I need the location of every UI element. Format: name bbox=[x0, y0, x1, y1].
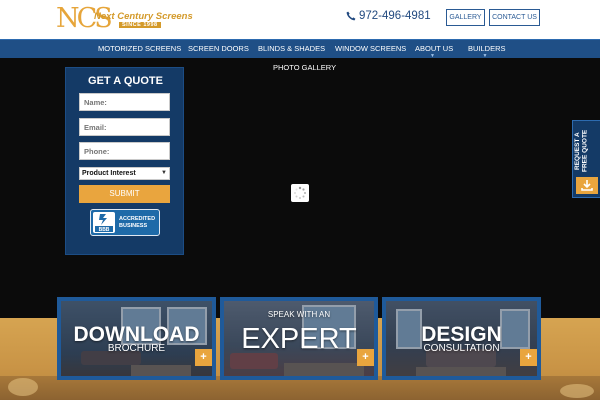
card-subtitle: BROCHURE bbox=[107, 343, 166, 354]
product-interest-select[interactable]: Product Interest ▼ bbox=[79, 167, 170, 180]
email-input[interactable] bbox=[79, 118, 170, 136]
quote-form: GET A QUOTE Product Interest ▼ SUBMIT BB… bbox=[65, 67, 184, 255]
nav-item-screen-doors[interactable]: SCREEN DOORS bbox=[188, 40, 249, 58]
request-quote-label: REQUEST A FREE QUOTE bbox=[574, 129, 589, 173]
nav-item-window-screens[interactable]: WINDOW SCREENS bbox=[335, 40, 406, 58]
card-subtitle: CONSULTATION bbox=[423, 343, 500, 354]
nav-item-photo-gallery[interactable]: PHOTO GALLERY bbox=[273, 62, 336, 74]
main-nav: MOTORIZED SCREENS SCREEN DOORS BLINDS & … bbox=[0, 39, 600, 59]
phone-icon bbox=[346, 11, 356, 21]
site-header: NCS Next Century Screens SINCE 1998 972-… bbox=[0, 0, 600, 39]
design-consultation-card[interactable]: DESIGN CONSULTATION + bbox=[382, 297, 541, 380]
bbb-line-1: ACCREDITED bbox=[119, 216, 156, 222]
product-interest-value: Product Interest bbox=[82, 170, 136, 177]
name-input[interactable] bbox=[79, 93, 170, 111]
download-icon bbox=[576, 177, 598, 194]
bbb-logo-icon: BBB bbox=[93, 212, 115, 233]
nav-item-builders-label: BUILDERS bbox=[468, 44, 506, 53]
chevron-down-icon: ▼ bbox=[161, 170, 167, 176]
bbb-badge[interactable]: BBB ACCREDITED BUSINESS bbox=[90, 209, 160, 236]
nav-item-about-us[interactable]: ABOUT US ▼ bbox=[415, 40, 453, 59]
speak-with-expert-card[interactable]: SPEAK WITH AN EXPERT + bbox=[220, 297, 378, 380]
decor-lamp bbox=[560, 384, 594, 398]
loading-spinner bbox=[291, 184, 309, 202]
contact-us-button[interactable]: CONTACT US bbox=[489, 9, 540, 26]
spinner-icon bbox=[294, 186, 306, 199]
plus-icon[interactable]: + bbox=[357, 349, 374, 366]
nav-item-motorized-screens[interactable]: MOTORIZED SCREENS bbox=[98, 40, 181, 58]
card-title: EXPERT bbox=[241, 323, 357, 355]
nav-item-builders[interactable]: BUILDERS ▼ bbox=[468, 40, 506, 59]
quote-form-title: GET A QUOTE bbox=[88, 75, 163, 87]
phone-input[interactable] bbox=[79, 142, 170, 160]
card-subtitle: SPEAK WITH AN bbox=[267, 310, 331, 319]
download-brochure-card[interactable]: DOWNLOAD BROCHURE + bbox=[57, 297, 216, 380]
bbb-mark-text: BBB bbox=[99, 227, 110, 233]
decor-lamp bbox=[8, 378, 38, 396]
logo-since: SINCE 1998 bbox=[119, 22, 161, 28]
nav-item-blinds-shades[interactable]: BLINDS & SHADES bbox=[258, 40, 325, 58]
gallery-button[interactable]: GALLERY bbox=[446, 9, 485, 26]
bbb-text: ACCREDITED BUSINESS bbox=[119, 216, 155, 230]
plus-icon[interactable]: + bbox=[195, 349, 212, 366]
request-quote-tab[interactable]: REQUEST A FREE QUOTE bbox=[572, 120, 600, 198]
plus-icon[interactable]: + bbox=[520, 349, 537, 366]
nav-item-about-us-label: ABOUT US bbox=[415, 44, 454, 53]
bbb-line-2: BUSINESS bbox=[119, 223, 148, 229]
phone-link[interactable]: 972-496-4981 bbox=[346, 10, 431, 22]
phone-number: 972-496-4981 bbox=[359, 10, 431, 22]
submit-button[interactable]: SUBMIT bbox=[79, 185, 170, 203]
site-logo[interactable]: NCS Next Century Screens SINCE 1998 bbox=[56, 4, 193, 34]
logo-name: Next Century Screens bbox=[94, 11, 193, 22]
